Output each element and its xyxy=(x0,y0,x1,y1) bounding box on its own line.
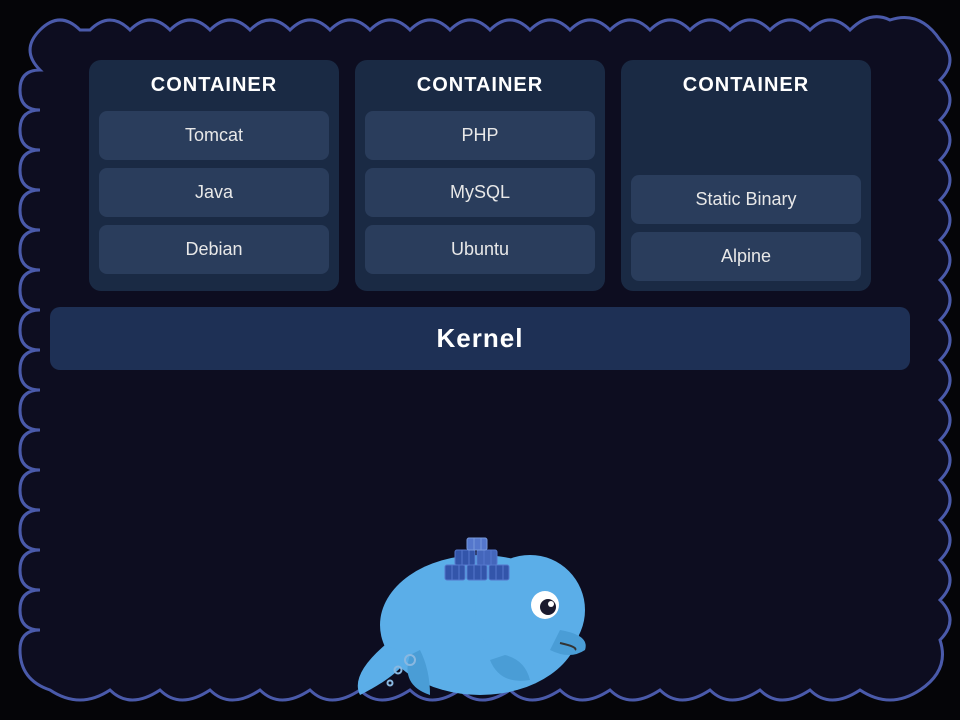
kernel-bar: Kernel xyxy=(50,307,910,370)
container-3-item-1: Static Binary xyxy=(631,175,861,224)
container-1-item-0: Tomcat xyxy=(99,111,329,160)
container-1-item-2: Debian xyxy=(99,225,329,274)
container-2-item-0: PHP xyxy=(365,111,595,160)
container-3: CONTAINER Static Binary Alpine xyxy=(621,60,871,291)
container-2-item-1: MySQL xyxy=(365,168,595,217)
docker-whale-svg xyxy=(330,475,630,695)
container-1: CONTAINER Tomcat Java Debian xyxy=(89,60,339,291)
container-2-item-2: Ubuntu xyxy=(365,225,595,274)
container-1-item-1: Java xyxy=(99,168,329,217)
container-3-item-2: Alpine xyxy=(631,232,861,281)
container-3-item-0 xyxy=(631,111,861,167)
container-2: CONTAINER PHP MySQL Ubuntu xyxy=(355,60,605,291)
docker-whale-area xyxy=(330,475,630,695)
container-2-label: CONTAINER xyxy=(365,74,595,97)
container-3-label: CONTAINER xyxy=(631,74,861,97)
containers-row: CONTAINER Tomcat Java Debian CONTAINER P… xyxy=(50,60,910,291)
container-1-label: CONTAINER xyxy=(99,74,329,97)
